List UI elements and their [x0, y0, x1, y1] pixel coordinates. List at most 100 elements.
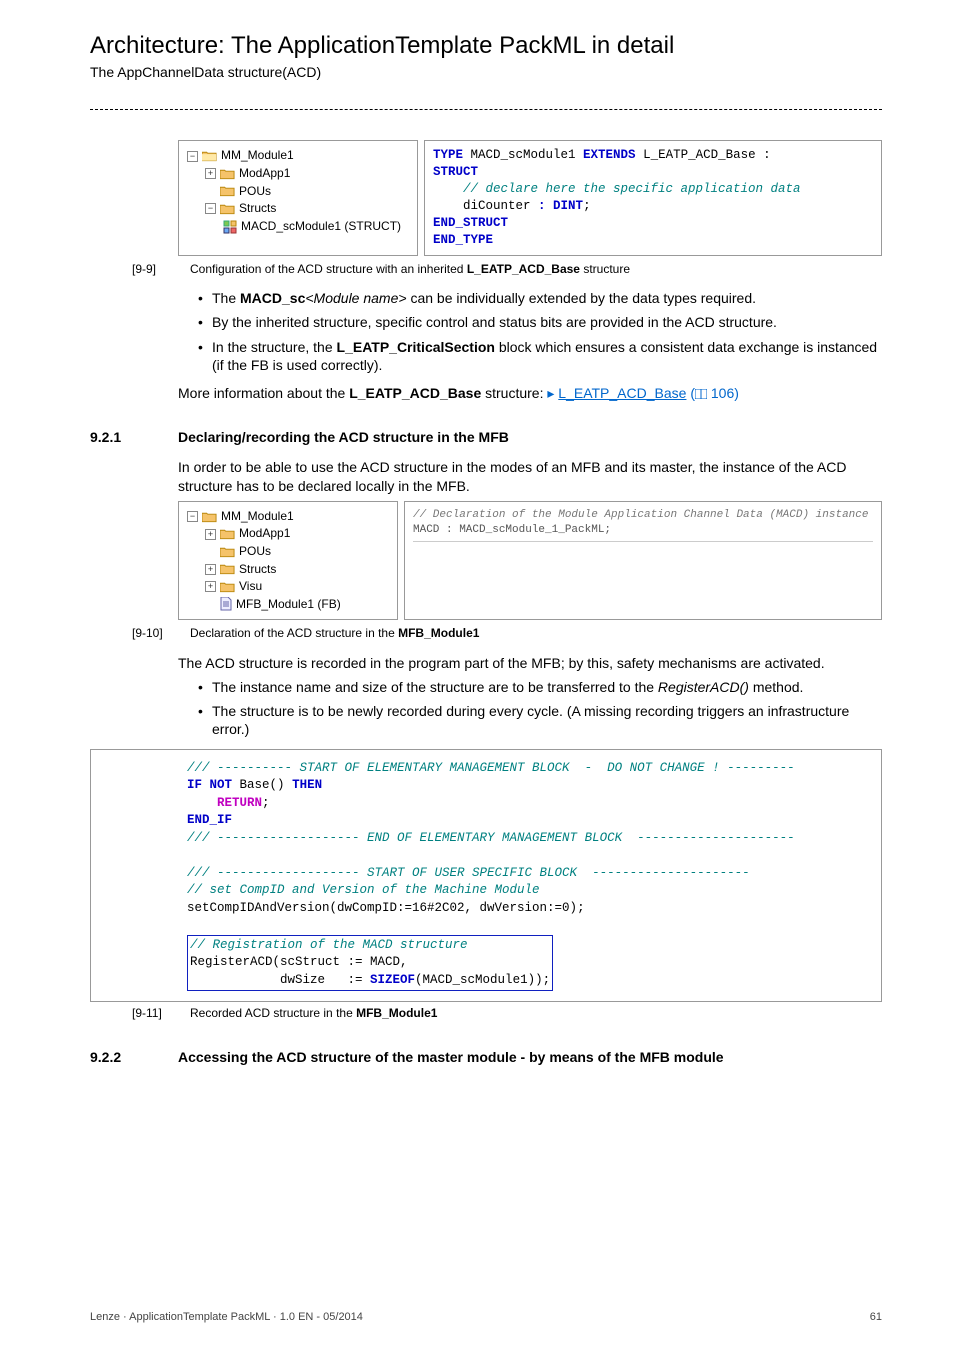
divider — [90, 109, 882, 110]
comment: /// ------------------- START OF USER SP… — [187, 866, 750, 880]
tree-panel: − MM_Module1 + ModApp1 POUs − Structs MA… — [178, 140, 418, 255]
tree-item: + Visu — [187, 578, 389, 596]
cross-ref-link[interactable]: L_EATP_ACD_Base — [558, 385, 686, 401]
comment: // Registration of the MACD structure — [190, 938, 468, 952]
code-text — [202, 778, 210, 792]
tree-label: MACD_scModule1 (STRUCT) — [241, 219, 401, 235]
code-text: dwSize := — [190, 973, 370, 987]
caption-number: [9-10] — [132, 626, 172, 642]
comment: // declare here the specific application… — [433, 182, 801, 196]
collapse-icon: − — [205, 203, 216, 214]
kw: DINT — [553, 199, 583, 213]
kw: TYPE — [433, 148, 463, 162]
expand-icon: + — [205, 168, 216, 179]
tree-item: + ModApp1 — [187, 165, 409, 183]
collapse-icon: − — [187, 151, 198, 162]
kw: RETURN — [187, 796, 262, 810]
caption-number: [9-9] — [132, 262, 172, 278]
highlight-box: // Registration of the MACD structure Re… — [187, 935, 553, 992]
tree-label: ModApp1 — [239, 526, 290, 542]
folder-icon — [220, 185, 235, 197]
code-text: RegisterACD(scStruct := MACD, — [190, 955, 408, 969]
kw: END_STRUCT — [433, 216, 508, 230]
tree-label: MFB_Module1 (FB) — [236, 597, 341, 613]
tree-label: MM_Module1 — [221, 509, 294, 525]
caption-text: Recorded ACD structure in the MFB_Module… — [190, 1006, 437, 1022]
caption-text: Declaration of the ACD structure in the … — [190, 626, 479, 642]
code-text: Base() — [232, 778, 292, 792]
figure-9-9: − MM_Module1 + ModApp1 POUs − Structs MA… — [178, 140, 882, 255]
tree-item: − Structs — [187, 200, 409, 218]
tree-label: Structs — [239, 562, 276, 578]
kw: NOT — [210, 778, 233, 792]
paragraph: More information about the L_EATP_ACD_Ba… — [178, 384, 882, 402]
comment: // Declaration of the Module Application… — [413, 509, 868, 521]
bullet-list: The instance name and size of the struct… — [198, 678, 882, 739]
folder-icon — [220, 203, 235, 215]
tree-label: Visu — [239, 579, 262, 595]
tree-item: + ModApp1 — [187, 525, 389, 543]
kw: IF — [187, 778, 202, 792]
tree-label: MM_Module1 — [221, 148, 294, 164]
kw: STRUCT — [433, 165, 478, 179]
section-heading: 9.2.1 Declaring/recording the ACD struct… — [90, 428, 882, 446]
code-text: MACD_scModule1 — [463, 148, 583, 162]
kw: EXTENDS — [583, 148, 636, 162]
footer-left: Lenze · ApplicationTemplate PackML · 1.0… — [90, 1310, 363, 1324]
tree-label: POUs — [239, 184, 271, 200]
tree-panel: − MM_Module1 + ModApp1 POUs + Structs + … — [178, 501, 398, 621]
tree-item: + Structs — [187, 561, 389, 579]
tree-item: POUs — [187, 183, 409, 201]
page-footer: Lenze · ApplicationTemplate PackML · 1.0… — [90, 1310, 882, 1324]
code-text: L_EATP_ACD_Base : — [636, 148, 771, 162]
comment: // set CompID and Version of the Machine… — [187, 883, 540, 897]
kw: THEN — [292, 778, 322, 792]
folder-icon — [220, 528, 235, 540]
expand-icon: + — [205, 529, 216, 540]
triangle-icon: ▸ — [547, 385, 554, 401]
folder-icon — [202, 150, 217, 162]
comment: /// ---------- START OF ELEMENTARY MANAG… — [187, 761, 795, 775]
list-item: The MACD_sc<Module name> can be individu… — [198, 289, 882, 307]
kw: : — [538, 199, 553, 213]
section-number: 9.2.1 — [90, 428, 178, 446]
section-title: Accessing the ACD structure of the maste… — [178, 1048, 724, 1066]
code-text: diCounter — [433, 199, 538, 213]
code-text: setCompIDAndVersion(dwCompID:=16#2C02, d… — [187, 901, 585, 915]
list-item: The structure is to be newly recorded du… — [198, 702, 882, 738]
folder-icon — [220, 581, 235, 593]
caption-number: [9-11] — [132, 1006, 172, 1022]
paragraph: In order to be able to use the ACD struc… — [178, 458, 882, 494]
tree-item: POUs — [187, 543, 389, 561]
tree-label: POUs — [239, 544, 271, 560]
code-panel: // Declaration of the Module Application… — [404, 501, 882, 621]
list-item: By the inherited structure, specific con… — [198, 313, 882, 331]
page-title: Architecture: The ApplicationTemplate Pa… — [90, 30, 882, 61]
page-icon — [695, 385, 707, 401]
struct-icon — [223, 220, 237, 234]
code-text: ; — [583, 199, 591, 213]
tree-label: Structs — [239, 201, 276, 217]
collapse-icon: − — [187, 511, 198, 522]
list-item: The instance name and size of the struct… — [198, 678, 882, 696]
folder-icon — [220, 168, 235, 180]
tree-label: ModApp1 — [239, 166, 290, 182]
figure-caption: [9-11] Recorded ACD structure in the MFB… — [90, 1006, 882, 1022]
comment: /// ------------------- END OF ELEMENTAR… — [187, 831, 795, 845]
page-number: 61 — [870, 1310, 882, 1324]
folder-icon — [220, 563, 235, 575]
section-title: Declaring/recording the ACD structure in… — [178, 428, 509, 446]
section-number: 9.2.2 — [90, 1048, 178, 1066]
folder-icon — [202, 511, 217, 523]
kw: END_IF — [187, 813, 232, 827]
kw: END_TYPE — [433, 233, 493, 247]
expand-icon: + — [205, 581, 216, 592]
section-heading: 9.2.2 Accessing the ACD structure of the… — [90, 1048, 882, 1066]
tree-root: − MM_Module1 — [187, 508, 389, 526]
tree-leaf: MACD_scModule1 (STRUCT) — [187, 218, 409, 236]
figure-caption: [9-10] Declaration of the ACD structure … — [90, 626, 882, 642]
code-text: MACD : MACD_scModule_1_PackML; — [413, 524, 611, 536]
expand-icon: + — [205, 564, 216, 575]
folder-icon — [220, 546, 235, 558]
figure-caption: [9-9] Configuration of the ACD structure… — [90, 262, 882, 278]
